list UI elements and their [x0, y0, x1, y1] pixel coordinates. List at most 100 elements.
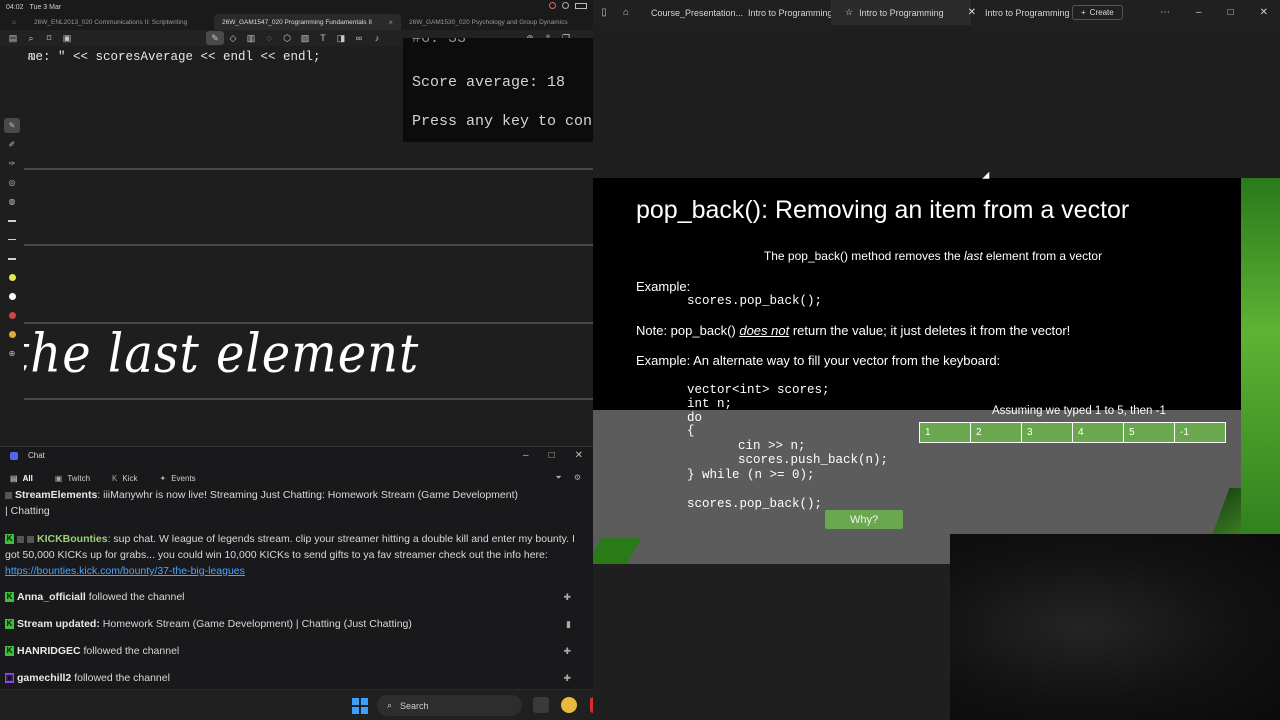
link-icon[interactable]: ∞ — [350, 31, 368, 45]
tab-all[interactable]: ▤ All — [10, 474, 33, 483]
add-user-icon[interactable]: ✚ — [563, 589, 571, 605]
code-example: } while (n >= 0); — [687, 468, 815, 482]
tab-intro-to-programming[interactable]: Intro to Programming — [971, 0, 1070, 25]
filter-icon[interactable]: ⏷ — [555, 473, 561, 483]
color-gold[interactable] — [4, 327, 20, 342]
tab-psychology[interactable]: 26W_GAM1530_020 Psychology and Group Dyn… — [401, 14, 593, 30]
chat-titlebar: Chat – □ ✕ — [0, 447, 593, 464]
tab-label: Intro to Programming — [859, 7, 944, 18]
start-button[interactable] — [352, 698, 368, 714]
maximize-icon[interactable]: □ — [549, 450, 555, 461]
webcam-overlay — [950, 534, 1280, 720]
tab-events[interactable]: ✦ Events — [160, 474, 196, 483]
sidebar-icon[interactable]: ▤ — [4, 31, 22, 45]
bounty-link[interactable]: https://bounties.kick.com/bounty/37-the-… — [5, 565, 245, 577]
twitch-icon: ▣ — [54, 473, 63, 483]
window-controls: ⋯ – □ ✕ — [1160, 7, 1280, 18]
image-icon[interactable]: ▨ — [296, 31, 314, 45]
more-icon[interactable]: ⋯ — [1160, 7, 1170, 18]
notes-app: 04:02 Tue 3 Mar ⌂ 26W_ENL2013_020 Commun… — [0, 0, 593, 446]
medium-line-tool[interactable] — [4, 232, 20, 247]
tab-label: Twitch — [67, 473, 91, 483]
event-text: followed the channel — [85, 591, 185, 603]
username[interactable]: Anna_officiall — [17, 591, 86, 603]
pages-icon[interactable]: ▣ — [58, 31, 76, 45]
pen-tool-icon[interactable]: ✎ — [206, 31, 224, 45]
message-text: : iiiManywhr is now live! Streaming Just… — [97, 489, 519, 501]
minimize-icon[interactable]: – — [523, 450, 529, 461]
lasso-icon[interactable]: ◍ — [4, 194, 20, 209]
username[interactable]: StreamElements — [15, 489, 97, 501]
task-view-icon[interactable] — [533, 697, 549, 713]
username[interactable]: KICKBounties — [37, 533, 108, 545]
thin-line-tool[interactable] — [4, 251, 20, 266]
vector-cell: 5 — [1124, 423, 1175, 442]
info-icon[interactable]: ▮ — [566, 616, 571, 632]
event-text: followed the channel — [80, 645, 180, 657]
username[interactable]: HANRIDGEC — [17, 645, 81, 657]
close-icon[interactable]: × — [388, 18, 393, 27]
close-icon[interactable]: ✕ — [1260, 7, 1268, 18]
code-example: cin >> n; scores.push_back(n); — [738, 439, 889, 467]
close-icon[interactable]: ✕ — [575, 450, 583, 461]
tab-kick[interactable]: K Kick — [112, 474, 137, 483]
username[interactable]: gamechill2 — [17, 672, 71, 684]
settings-icon[interactable]: ⚙ — [574, 473, 581, 483]
tab-intro-to-programming[interactable]: Intro to Programming — [734, 0, 833, 25]
add-color-icon[interactable]: ⊕ — [4, 346, 20, 361]
note-page[interactable] — [0, 142, 593, 446]
search-icon[interactable]: ⌕ — [22, 31, 40, 45]
code-line: me: " << scoresAverage << endl << endl; — [28, 50, 321, 64]
taskbar-search[interactable]: ⌕ Search — [377, 695, 522, 716]
star-icon: ☆ — [845, 7, 854, 17]
note-text: Note: pop_back() does not return the val… — [636, 323, 1071, 338]
vector-cell: 2 — [971, 423, 1022, 442]
eraser-icon[interactable]: ◎ — [4, 175, 20, 190]
add-user-icon[interactable]: ✚ — [563, 670, 571, 686]
voice-icon[interactable]: ♪ — [368, 31, 386, 45]
bookmark-icon[interactable]: ⌑ — [40, 31, 58, 45]
console-line: #6: 33 — [412, 38, 467, 47]
console-line: Press any key to con — [412, 113, 593, 130]
sidebar-toggle-icon[interactable]: ▯ — [593, 7, 615, 18]
pen-icon[interactable]: ✎ — [4, 118, 20, 133]
tab-label: 26W_ENL2013_020 Communications II: Scrip… — [34, 18, 188, 26]
tab-intro-to-programming-active[interactable]: ☆ Intro to Programming ✕ — [831, 0, 976, 25]
tab-twitch[interactable]: ▣ Twitch — [55, 474, 90, 483]
kick-icon: K — [5, 619, 14, 630]
notes-tab-bar: ⌂ 26W_ENL2013_020 Communications II: Scr… — [0, 14, 593, 30]
add-user-icon[interactable]: ✚ — [563, 643, 571, 659]
kick-icon: K — [5, 592, 14, 603]
badge-icon — [17, 535, 24, 543]
badge-icon — [5, 491, 12, 499]
status-date: Tue 3 Mar — [29, 3, 62, 11]
home-icon[interactable]: ⌂ — [615, 7, 637, 18]
color-white[interactable] — [4, 289, 20, 304]
color-red[interactable] — [4, 308, 20, 323]
chat-window: Chat – □ ✕ ▤ All ▣ Twitch K Kick ✦ Events ⏷ … — [0, 446, 593, 689]
message-text: | Chatting — [5, 505, 50, 517]
tab-label: Intro to Programming — [985, 7, 1070, 18]
minimize-icon[interactable]: – — [1196, 7, 1202, 18]
pencil-icon[interactable]: ✐ — [4, 137, 20, 152]
tab-scriptwriting[interactable]: 26W_ENL2013_020 Communications II: Scrip… — [26, 14, 214, 30]
highlighter-icon[interactable]: ▥ — [242, 31, 260, 45]
text-icon[interactable]: T — [314, 31, 332, 45]
sticker-icon[interactable]: ◨ — [332, 31, 350, 45]
marker-icon[interactable]: ✑ — [4, 156, 20, 171]
lasso-icon[interactable]: ◌ — [260, 31, 278, 45]
chrome-icon[interactable] — [561, 697, 577, 713]
shape-icon[interactable]: ⬡ — [278, 31, 296, 45]
eraser-icon[interactable]: ◇ — [224, 31, 242, 45]
tab-programming-fundamentals[interactable]: 26W_GAM1547_020 Programming Fundamentals… — [214, 14, 401, 30]
redo-icon[interactable]: ↷ — [28, 54, 36, 65]
tab-course-presentation[interactable]: Course_Presentation... — [637, 0, 743, 25]
color-yellow[interactable] — [4, 270, 20, 285]
thick-line-tool[interactable] — [4, 213, 20, 228]
tab-label: Kick — [122, 473, 138, 483]
why-button[interactable]: Why? — [825, 510, 903, 529]
home-tab[interactable]: ⌂ — [0, 14, 26, 30]
chat-message: K KICKBounties: sup chat. W league of leg… — [5, 531, 585, 579]
create-button[interactable]: + Create — [1072, 5, 1123, 20]
maximize-icon[interactable]: □ — [1228, 7, 1234, 18]
